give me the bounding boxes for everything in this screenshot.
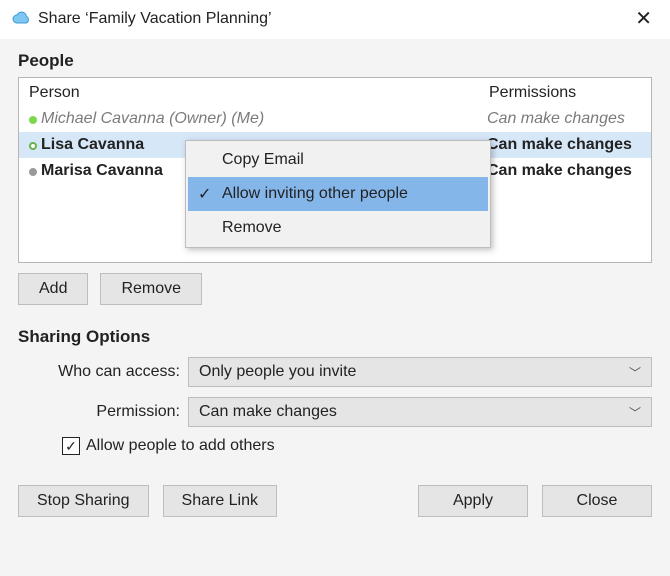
menu-item-label: Remove xyxy=(222,219,282,237)
who-can-access-select[interactable]: Only people you invite ﹀ xyxy=(188,357,652,387)
chevron-down-icon: ﹀ xyxy=(629,404,641,421)
stop-sharing-button[interactable]: Stop Sharing xyxy=(18,485,149,517)
status-dot-icon xyxy=(29,168,37,176)
context-menu: Copy Email ✓ Allow inviting other people… xyxy=(185,140,491,248)
menu-item-allow-inviting[interactable]: ✓ Allow inviting other people xyxy=(188,177,488,211)
who-can-access-value: Only people you invite xyxy=(199,363,356,381)
people-section-label: People xyxy=(18,51,652,71)
person-permission: Can make changes xyxy=(487,162,641,180)
menu-item-label: Copy Email xyxy=(222,151,304,169)
add-button[interactable]: Add xyxy=(18,273,88,305)
check-icon: ✓ xyxy=(198,184,211,204)
person-permission: Can make changes xyxy=(487,136,641,154)
remove-button[interactable]: Remove xyxy=(100,273,202,305)
window-title: Share ‘Family Vacation Planning’ xyxy=(38,10,272,28)
share-link-button[interactable]: Share Link xyxy=(163,485,278,517)
permission-select[interactable]: Can make changes ﹀ xyxy=(188,397,652,427)
column-person: Person xyxy=(29,84,489,102)
cloud-icon xyxy=(10,8,32,30)
permission-value: Can make changes xyxy=(199,403,337,421)
titlebar: Share ‘Family Vacation Planning’ ✕ xyxy=(0,0,670,39)
apply-button[interactable]: Apply xyxy=(418,485,528,517)
menu-item-copy-email[interactable]: Copy Email xyxy=(188,143,488,177)
status-dot-icon xyxy=(29,142,37,150)
allow-add-others-checkbox[interactable]: ✓ Allow people to add others xyxy=(62,437,652,455)
people-header: Person Permissions xyxy=(19,78,651,106)
check-icon: ✓ xyxy=(65,439,77,453)
checkbox-box: ✓ xyxy=(62,437,80,455)
menu-item-label: Allow inviting other people xyxy=(222,185,408,203)
allow-add-others-label: Allow people to add others xyxy=(86,437,275,455)
status-dot-icon xyxy=(29,116,37,124)
sharing-options-label: Sharing Options xyxy=(18,327,652,347)
person-permission: Can make changes xyxy=(487,110,641,128)
permission-label: Permission: xyxy=(18,403,188,421)
person-name: Michael Cavanna (Owner) (Me) xyxy=(41,110,487,128)
person-row-owner[interactable]: Michael Cavanna (Owner) (Me) Can make ch… xyxy=(19,106,651,132)
chevron-down-icon: ﹀ xyxy=(629,364,641,381)
column-permissions: Permissions xyxy=(489,84,641,102)
close-button[interactable]: Close xyxy=(542,485,652,517)
who-can-access-label: Who can access: xyxy=(18,363,188,381)
close-icon[interactable]: ✕ xyxy=(627,6,660,31)
people-list: Person Permissions Michael Cavanna (Owne… xyxy=(18,77,652,263)
menu-item-remove[interactable]: Remove xyxy=(188,211,488,245)
